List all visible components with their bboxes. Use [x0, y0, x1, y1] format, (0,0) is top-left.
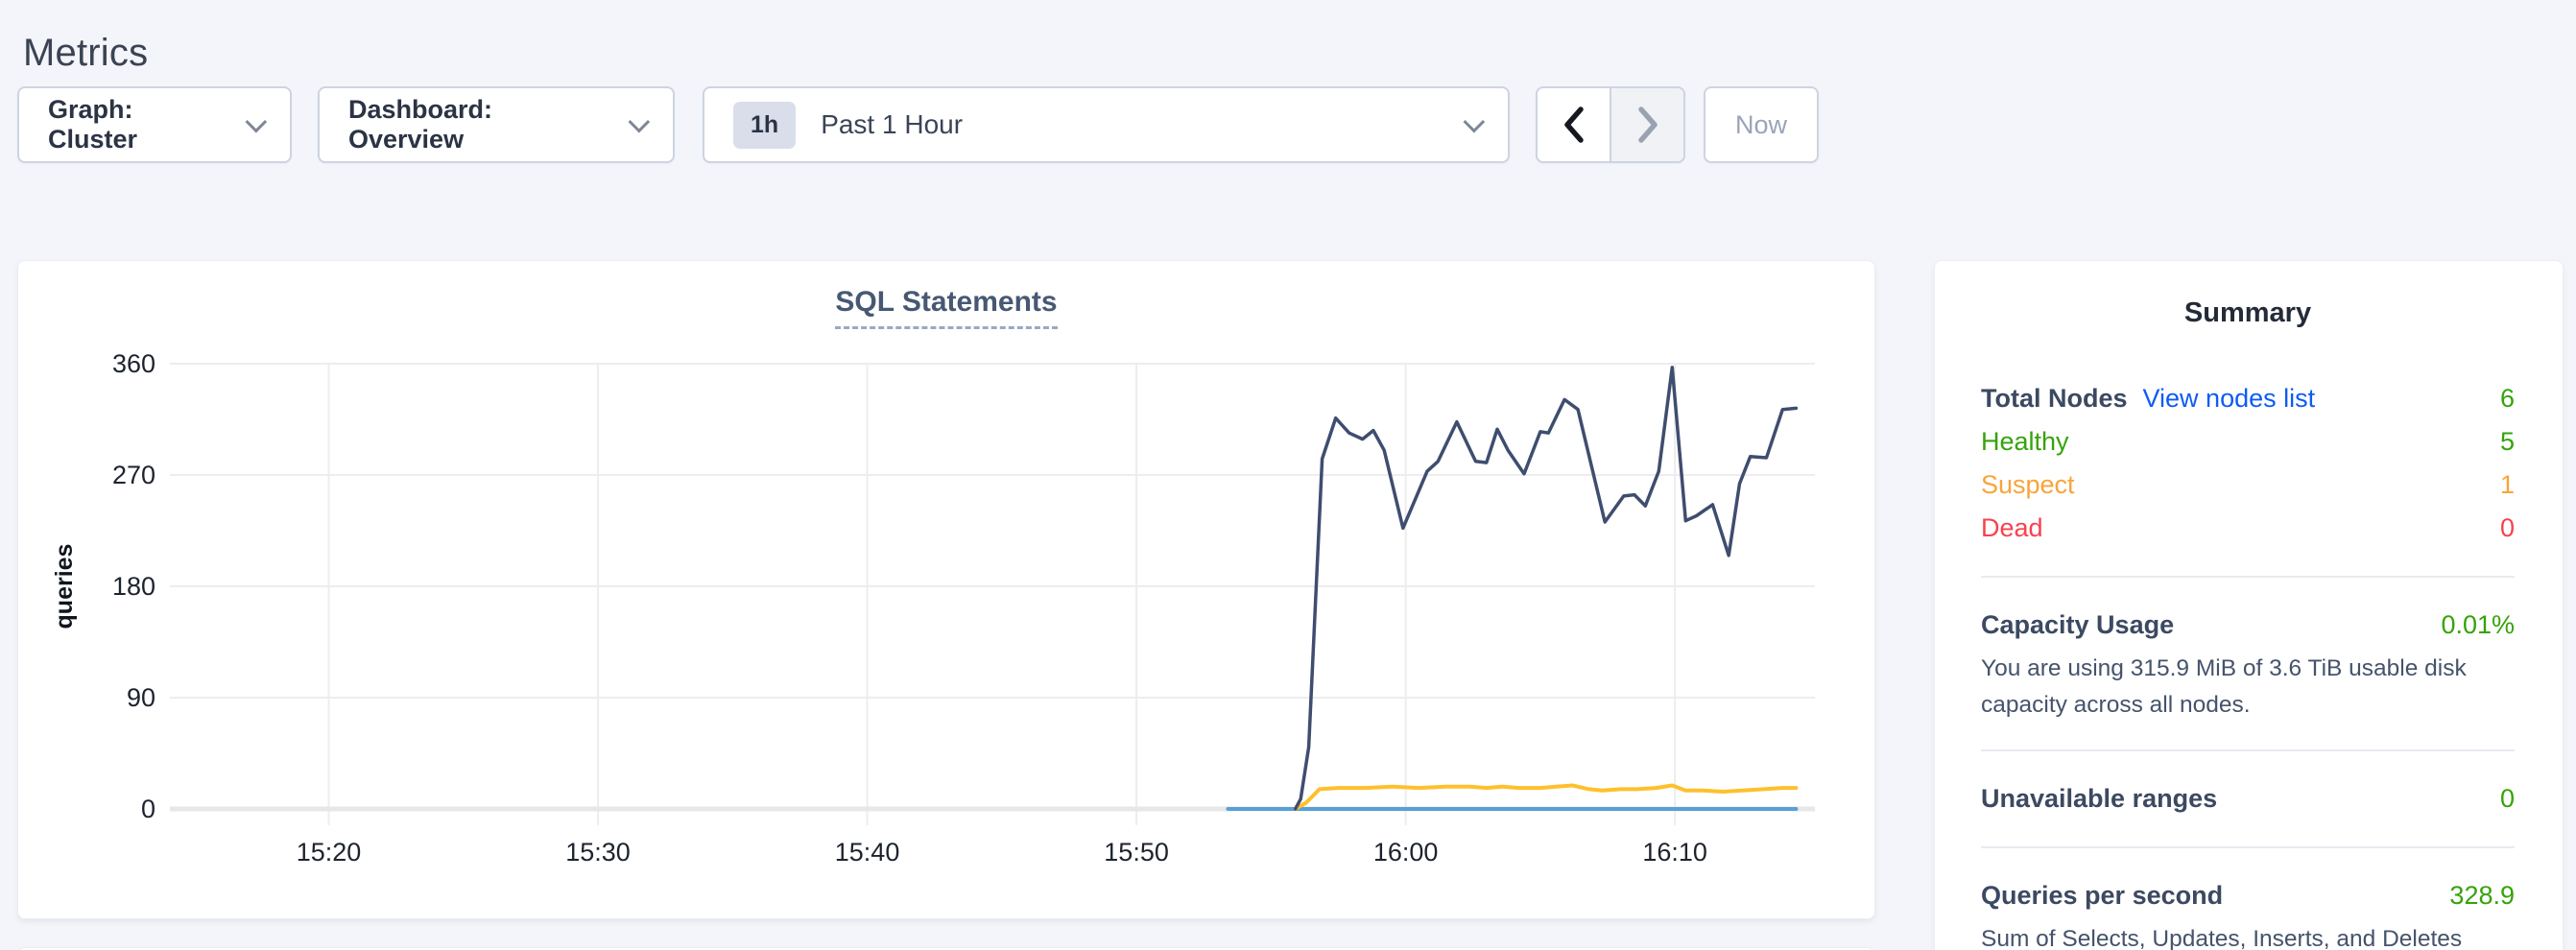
suspect-row: Suspect 1	[1981, 463, 2515, 507]
summary-panel: Summary Total Nodes View nodes list 6 He…	[1934, 260, 2564, 950]
suspect-label: Suspect	[1981, 463, 2075, 507]
view-nodes-list-link[interactable]: View nodes list	[2143, 377, 2316, 420]
chevron-down-icon	[629, 111, 651, 133]
page-title: Metrics	[23, 32, 148, 75]
svg-text:270: 270	[112, 461, 155, 489]
summary-title: Summary	[1981, 297, 2515, 329]
capacity-caption: You are using 315.9 MiB of 3.6 TiB usabl…	[1981, 651, 2515, 724]
healthy-row: Healthy 5	[1981, 420, 2515, 463]
time-range-selector[interactable]: 1h Past 1 Hour	[703, 86, 1510, 163]
sql-statements-chart: 15:20 15:30 15:40 15:50 16:00 16:10 0 90 180 270 3…	[18, 261, 1876, 920]
svg-text:90: 90	[127, 683, 155, 712]
svg-text:queries: queries	[51, 544, 78, 629]
svg-text:15:50: 15:50	[1104, 838, 1169, 867]
time-step-buttons	[1536, 86, 1685, 163]
qps-value: 328.9	[2449, 874, 2515, 917]
unavailable-ranges-row: Unavailable ranges 0	[1981, 777, 2515, 820]
toolbar: Graph: Cluster Dashboard: Overview 1h Pa…	[17, 86, 1819, 163]
dead-value: 0	[2500, 507, 2515, 550]
chart-title[interactable]: SQL Statements	[835, 286, 1057, 329]
unavailable-ranges-value: 0	[2500, 777, 2515, 820]
healthy-label: Healthy	[1981, 420, 2069, 463]
svg-text:180: 180	[112, 572, 155, 601]
time-range-badge: 1h	[733, 102, 796, 149]
capacity-label: Capacity Usage	[1981, 604, 2174, 647]
yellow-line	[1296, 786, 1797, 810]
svg-text:15:40: 15:40	[835, 838, 900, 867]
unavailable-ranges-label: Unavailable ranges	[1981, 777, 2217, 820]
graph-dropdown[interactable]: Graph: Cluster	[17, 86, 292, 163]
total-nodes-label: Total Nodes	[1981, 377, 2128, 420]
chevron-down-icon	[246, 111, 268, 133]
svg-text:15:20: 15:20	[297, 838, 362, 867]
svg-text:15:30: 15:30	[565, 838, 631, 867]
svg-text:16:10: 16:10	[1642, 838, 1707, 867]
qps-caption: Sum of Selects, Updates, Inserts, and De…	[1981, 921, 2515, 950]
now-button[interactable]: Now	[1704, 86, 1819, 163]
capacity-row: Capacity Usage 0.01%	[1981, 604, 2515, 647]
qps-label: Queries per second	[1981, 874, 2223, 917]
svg-text:0: 0	[141, 795, 155, 823]
capacity-value: 0.01%	[2441, 604, 2515, 647]
suspect-value: 1	[2500, 463, 2515, 507]
dashboard-dropdown[interactable]: Dashboard: Overview	[318, 86, 675, 163]
navy-line	[1296, 368, 1797, 809]
chevron-right-icon	[1637, 107, 1658, 143]
divider	[1981, 749, 2515, 751]
graph-dropdown-label: Graph: Cluster	[48, 95, 225, 154]
chevron-down-icon	[1464, 111, 1486, 133]
metrics-page: Metrics Graph: Cluster Dashboard: Overvi…	[0, 0, 2576, 950]
dead-label: Dead	[1981, 507, 2043, 550]
dead-row: Dead 0	[1981, 507, 2515, 550]
qps-row: Queries per second 328.9	[1981, 874, 2515, 917]
step-forward-button[interactable]	[1611, 88, 1683, 161]
svg-text:360: 360	[112, 349, 155, 378]
divider	[1981, 576, 2515, 578]
healthy-value: 5	[2500, 420, 2515, 463]
chart-title-wrap: SQL Statements	[18, 286, 1874, 329]
step-back-button[interactable]	[1538, 88, 1611, 161]
total-nodes-value: 6	[2500, 377, 2515, 420]
divider	[1981, 846, 2515, 848]
dashboard-dropdown-label: Dashboard: Overview	[348, 95, 608, 154]
time-range-label: Past 1 Hour	[821, 109, 963, 140]
sql-statements-card: 15:20 15:30 15:40 15:50 16:00 16:10 0 90 180 270 3…	[17, 260, 1875, 919]
chevron-left-icon	[1563, 107, 1585, 143]
total-nodes-row: Total Nodes View nodes list 6	[1981, 377, 2515, 420]
svg-text:16:00: 16:00	[1373, 838, 1439, 867]
